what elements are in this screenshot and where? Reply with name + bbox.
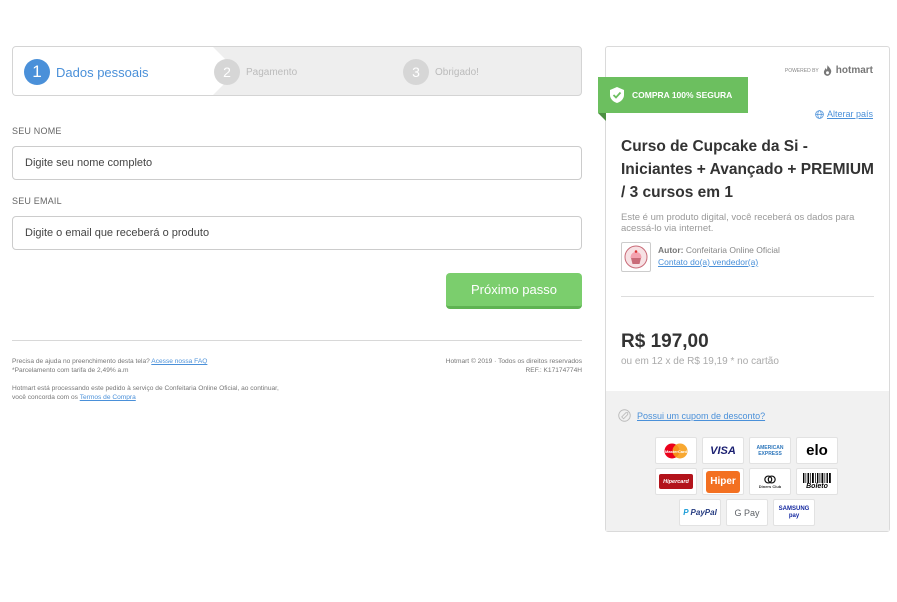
panel-divider (621, 296, 874, 297)
svg-text:MasterCard: MasterCard (665, 449, 688, 454)
author-label: Autor: (658, 245, 684, 255)
email-input[interactable] (12, 216, 582, 250)
step-number: 1 (24, 59, 50, 85)
email-field-label: SEU EMAIL (12, 196, 62, 206)
coupon-text: Possui um cupom de desconto? (637, 410, 766, 421)
processing-text: Hotmart está processando este pedido à s… (12, 385, 279, 401)
hiper-icon: Hiper (702, 468, 744, 495)
diners-club-icon: Diners Club (749, 468, 791, 495)
step-label: Dados pessoais (56, 64, 149, 80)
step-label: Obrigado! (435, 66, 479, 78)
secure-badge-text: COMPRA 100% SEGURA (632, 90, 733, 100)
shield-check-icon (610, 87, 624, 103)
coupon-link[interactable]: Possui um cupom de desconto? (618, 409, 765, 422)
next-step-button[interactable]: Próximo passo (446, 273, 582, 309)
step-obrigado: 3 Obrigado! (403, 59, 479, 85)
contact-seller-link[interactable]: Contato do(a) vendedor(a) (658, 256, 780, 268)
help-text: Precisa de ajuda no preenchimento desta … (12, 358, 150, 365)
installment-note: *Parcelamento com tarifa de 2,49% a.m (12, 367, 129, 374)
change-country-text: Alterar país (826, 109, 873, 119)
powered-by-hotmart: POWERED BY hotmart (785, 65, 873, 76)
payment-methods-row-1: MasterCard VISA AMERICAN EXPRESS elo (655, 437, 838, 464)
hipercard-icon: Hipercard (655, 468, 697, 495)
hotmart-flame-icon (823, 65, 832, 76)
boleto-icon: Boleto (796, 468, 838, 495)
step-label: Pagamento (246, 66, 298, 78)
author-avatar (621, 242, 651, 272)
mastercard-icon: MasterCard (655, 437, 697, 464)
change-country-link[interactable]: Alterar país (815, 109, 873, 119)
cupcake-logo-icon (624, 245, 648, 269)
terms-link[interactable]: Termos de Compra (80, 394, 136, 401)
hotmart-brand: hotmart (835, 65, 873, 76)
product-title: Curso de Cupcake da Si - Iniciantes + Av… (621, 138, 874, 201)
footer-help: Precisa de ajuda no preenchimento desta … (12, 357, 312, 375)
name-input[interactable] (12, 146, 582, 180)
elo-icon: elo (796, 437, 838, 464)
payment-methods-row-3: P PayPal G Pay SAMSUNG pay (679, 499, 815, 526)
checkout-stepper: 1 Dados pessoais 2 Pagamento 3 Obrigado! (12, 46, 582, 96)
powered-by-text: POWERED BY (784, 67, 819, 74)
payment-methods-row-2: Hipercard Hiper Diners Club Boleto (655, 468, 838, 495)
product-price: R$ 197,00 (621, 331, 709, 352)
author-info: Autor: Confeitaria Online Oficial Contat… (658, 244, 780, 268)
step-number: 2 (214, 59, 240, 85)
checkout-page: 1 Dados pessoais 2 Pagamento 3 Obrigado!… (0, 0, 897, 602)
footer-copyright: Hotmart © 2019 · Todos os direitos reser… (446, 357, 582, 375)
product-description: Este é um produto digital, você receberá… (621, 212, 855, 234)
paypal-icon: P PayPal (679, 499, 721, 526)
footer-divider (12, 340, 582, 341)
checkout-form-column: 1 Dados pessoais 2 Pagamento 3 Obrigado!… (12, 46, 582, 401)
copyright-text: Hotmart © 2019 · Todos os direitos reser… (445, 358, 582, 365)
step-pagamento: 2 Pagamento (214, 59, 297, 85)
reference-code: REF.: K17174774H (525, 367, 582, 374)
visa-icon: VISA (702, 437, 744, 464)
footer-processing: Hotmart está processando este pedido à s… (12, 384, 292, 402)
samsung-pay-icon: SAMSUNG pay (773, 499, 815, 526)
step-number: 3 (403, 59, 429, 85)
amex-icon: AMERICAN EXPRESS (749, 437, 791, 464)
author-name: Confeitaria Online Oficial (685, 245, 780, 255)
name-field-label: SEU NOME (12, 126, 62, 136)
coupon-tag-icon (618, 409, 631, 422)
order-summary-panel: POWERED BY hotmart COMPRA 100% SEGURA Al… (598, 46, 890, 532)
globe-icon (815, 109, 824, 119)
google-pay-icon: G Pay (726, 499, 768, 526)
installments-text: ou em 12 x de R$ 19,19 * no cartão (621, 356, 779, 367)
secure-purchase-badge: COMPRA 100% SEGURA (598, 77, 748, 121)
faq-link[interactable]: Acesse nossa FAQ (151, 358, 207, 365)
step-dados-pessoais[interactable]: 1 Dados pessoais (24, 59, 149, 85)
